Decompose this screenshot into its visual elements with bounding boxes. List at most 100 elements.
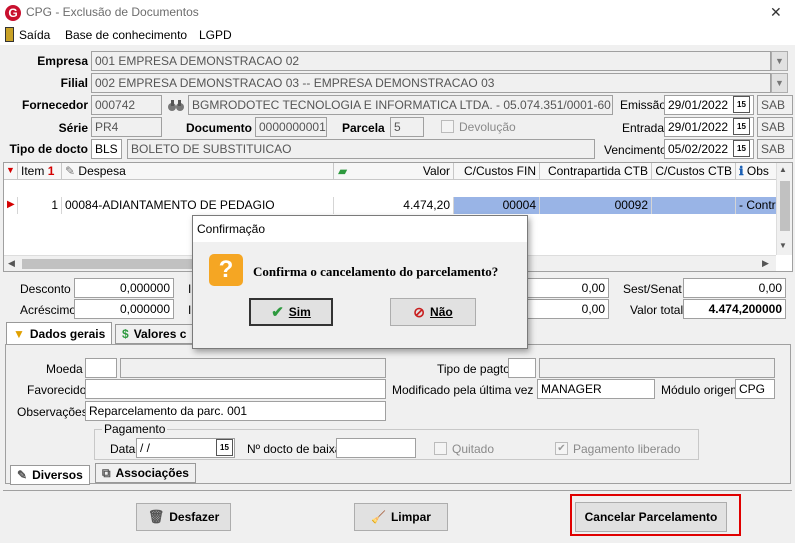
- dialog-title: Confirmação: [197, 222, 266, 236]
- filial-dropdown-icon[interactable]: ▼: [771, 73, 788, 93]
- binoculars-icon[interactable]: [167, 97, 185, 113]
- vencimento-label: Vencimento: [604, 143, 667, 157]
- empresa-dropdown-icon[interactable]: ▼: [771, 51, 788, 71]
- favorecido-field[interactable]: [85, 379, 386, 399]
- dialog-message: Confirma o cancelamento do parcelamento?: [253, 264, 499, 279]
- totals-i-label-2: I: [188, 303, 192, 317]
- cell-ccusto-fin[interactable]: 00004: [454, 197, 540, 214]
- modificado-field[interactable]: MANAGER: [537, 379, 655, 399]
- pagamento-group-label: Pagamento: [102, 422, 168, 436]
- n-docto-baixa-field[interactable]: [336, 438, 416, 458]
- favorecido-label: Favorecido: [27, 383, 87, 397]
- desconto-label: Desconto: [20, 282, 71, 296]
- emissao-label: Emissão: [620, 98, 667, 112]
- pagamento-liberado-checkbox[interactable]: ✔: [555, 442, 568, 455]
- empresa-select[interactable]: 001 EMPRESA DEMONSTRACAO 02: [91, 51, 771, 71]
- tab-diversos[interactable]: ✎ Diversos: [10, 465, 90, 485]
- devolucao-checkbox[interactable]: [441, 120, 454, 133]
- tab-valores[interactable]: $ Valores c: [115, 324, 194, 344]
- valor-total-label: Valor total: [630, 303, 684, 317]
- moeda-code-field[interactable]: [85, 358, 117, 378]
- dialog-yes-button[interactable]: ✔ Sim: [249, 298, 333, 326]
- menu-item-saida[interactable]: Saída: [19, 28, 50, 42]
- modificado-label: Modificado pela última vez por: [392, 383, 555, 397]
- grid-header-despesa[interactable]: ✎ Despesa: [62, 163, 334, 179]
- pen-icon: ✎: [17, 468, 28, 482]
- no-entry-icon: ⊘: [413, 303, 426, 320]
- observacoes-field[interactable]: Reparcelamento da parc. 001: [85, 401, 386, 421]
- dialog-no-button[interactable]: ⊘ Não: [390, 298, 476, 326]
- serie-label: Série: [58, 121, 88, 135]
- broom-icon: 🧹: [371, 510, 386, 524]
- emissao-weekday: SAB: [757, 95, 793, 115]
- desconto-field[interactable]: 0,000000: [74, 278, 174, 298]
- tipo-pagto-label: Tipo de pagto: [437, 362, 510, 376]
- modulo-origem-field[interactable]: CPG: [735, 379, 775, 399]
- close-icon[interactable]: ✕: [770, 4, 782, 21]
- cell-item[interactable]: 1: [18, 197, 62, 214]
- menu-item-lgpd[interactable]: LGPD: [199, 28, 232, 42]
- quitado-checkbox[interactable]: [434, 442, 447, 455]
- totals-mid1-field[interactable]: 0,00: [527, 278, 609, 298]
- menu-item-base-conhecimento[interactable]: Base de conhecimento: [65, 28, 187, 42]
- fornecedor-name-field[interactable]: BGMRODOTEC TECNOLOGIA E INFORMATICA LTDA…: [188, 95, 613, 115]
- cell-ccusto-ctb[interactable]: [652, 197, 736, 214]
- cell-valor[interactable]: 4.474,20: [334, 197, 454, 214]
- tab-associacoes[interactable]: ⧉ Associações: [95, 463, 196, 483]
- grid-header-contrapartida[interactable]: Contrapartida CTB: [540, 163, 652, 179]
- tipo-docto-code-field[interactable]: BLS: [91, 139, 122, 159]
- sest-senat-field[interactable]: 0,00: [683, 278, 786, 298]
- documento-field[interactable]: 0000000001: [255, 117, 327, 137]
- cell-despesa[interactable]: 00084-ADIANTAMENTO DE PEDAGIO: [62, 197, 334, 214]
- acrescimo-field[interactable]: 0,000000: [74, 299, 174, 319]
- grid-header-ccusto-ctb[interactable]: C/Custos CTB: [652, 163, 736, 179]
- grid-header: ▼ Item 1 ✎ Despesa ▰ Valor C/Custos FIN C…: [4, 163, 792, 180]
- desfazer-button[interactable]: 🗑 Desfazer: [136, 503, 231, 531]
- app-logo-icon: G: [5, 5, 21, 21]
- n-docto-baixa-label: Nº docto de baixa: [247, 442, 342, 456]
- dialog-titlebar: Confirmação: [193, 216, 527, 242]
- grid-header-valor[interactable]: ▰ Valor: [334, 163, 454, 179]
- row-pointer-icon: ▶: [4, 197, 18, 214]
- empresa-label: Empresa: [37, 54, 88, 68]
- modulo-origem-label: Módulo origem: [661, 383, 741, 397]
- cell-contrapartida[interactable]: 00092: [540, 197, 652, 214]
- serie-field[interactable]: PR4: [91, 117, 162, 137]
- tipo-docto-name-field[interactable]: BOLETO DE SUBSTITUICAO: [127, 139, 595, 159]
- observacoes-label: Observações: [17, 405, 88, 419]
- vencimento-calendar-icon[interactable]: 15: [733, 140, 750, 157]
- pagamento-liberado-label: Pagamento liberado: [573, 442, 681, 456]
- fornecedor-code-field[interactable]: 000742: [91, 95, 162, 115]
- fornecedor-label: Fornecedor: [21, 98, 88, 112]
- trash-icon: 🗑: [147, 509, 165, 524]
- grid-vertical-scrollbar[interactable]: ▲ ▼: [776, 163, 792, 255]
- grid-header-item[interactable]: Item 1: [18, 163, 62, 179]
- filial-label: Filial: [60, 76, 88, 90]
- title-bar: G CPG - Exclusão de Documentos ✕: [0, 0, 795, 26]
- question-icon: ?: [209, 254, 243, 286]
- menu-bar: Saída Base de conhecimento LGPD: [0, 26, 795, 45]
- grid-header-ccusto-fin[interactable]: C/Custos FIN: [454, 163, 540, 179]
- dollar-icon: $: [122, 327, 129, 341]
- tipo-pagto-code-field[interactable]: [508, 358, 536, 378]
- parcela-field[interactable]: 5: [390, 117, 424, 137]
- documento-label: Documento: [186, 121, 252, 135]
- filial-select[interactable]: 002 EMPRESA DEMONSTRACAO 03 -- EMPRESA D…: [91, 73, 771, 93]
- totals-mid2-field[interactable]: 0,00: [527, 299, 609, 319]
- tipo-pagto-name-field[interactable]: [539, 358, 775, 378]
- moeda-name-field[interactable]: [120, 358, 386, 378]
- totals-i-label: I: [188, 282, 192, 296]
- check-icon: ✔: [271, 304, 284, 321]
- parcela-label: Parcela: [342, 121, 385, 135]
- table-row[interactable]: ▶ 1 00084-ADIANTAMENTO DE PEDAGIO 4.474,…: [4, 180, 792, 214]
- valor-total-field[interactable]: 4.474,200000: [683, 299, 786, 319]
- pagamento-calendar-icon[interactable]: 15: [216, 439, 233, 456]
- entrada-label: Entrada: [622, 121, 665, 135]
- confirm-dialog: Confirmação ? Confirma o cancelamento do…: [192, 215, 528, 349]
- tab-dados-gerais[interactable]: ▼ Dados gerais: [6, 322, 113, 344]
- acrescimo-label: Acréscimo: [20, 303, 77, 317]
- cancelar-parcelamento-button[interactable]: Cancelar Parcelamento: [575, 502, 727, 532]
- entrada-calendar-icon[interactable]: 15: [733, 118, 750, 135]
- limpar-button[interactable]: 🧹 Limpar: [354, 503, 448, 531]
- emissao-calendar-icon[interactable]: 15: [733, 96, 750, 113]
